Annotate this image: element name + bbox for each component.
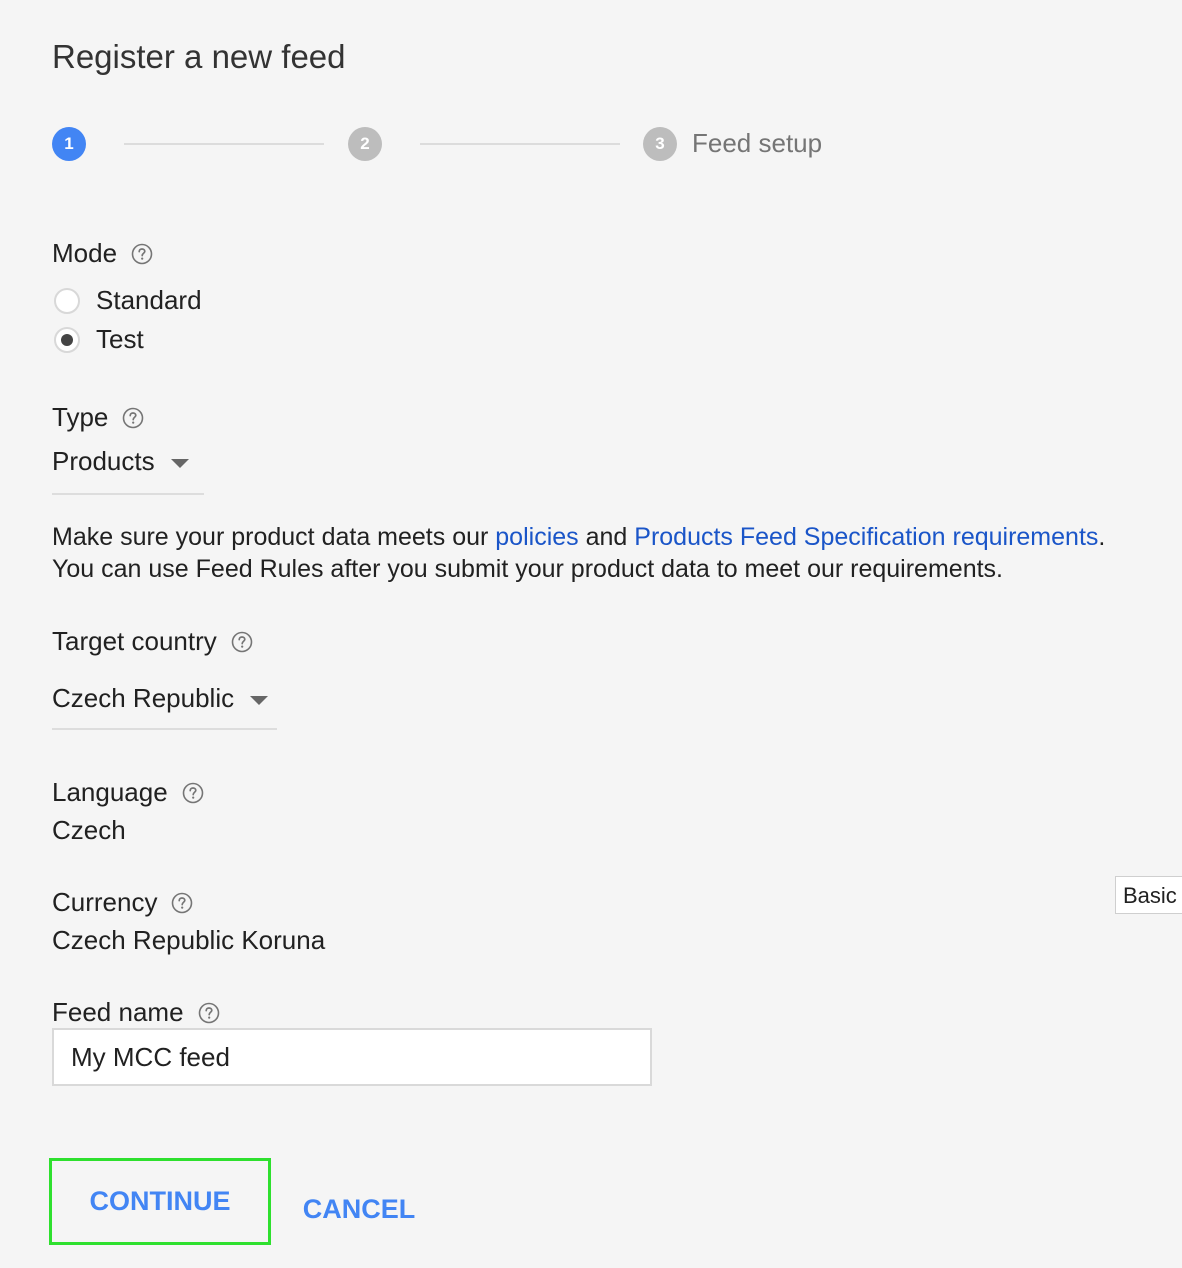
feed-name-input[interactable] [52,1028,652,1086]
mode-option-test[interactable]: Test [54,324,144,355]
radio-button-standard[interactable] [54,287,80,314]
policies-link[interactable]: policies [495,523,578,551]
step-3-indicator[interactable]: 3 [643,127,677,161]
step-3-label: Feed setup [692,128,823,158]
step-connector-2 [420,143,620,145]
help-icon[interactable] [131,243,153,265]
currency-field-label: Currency [52,887,193,918]
step-2-indicator[interactable]: 2 [348,127,382,161]
target-country-field-label: Target country [52,626,253,657]
feed-name-label: Feed name [52,997,184,1027]
info-text-start: Make sure your product data meets our [52,523,496,551]
mode-field-label: Mode [52,238,153,269]
language-label: Language [52,777,168,807]
help-icon[interactable] [198,1002,220,1024]
mode-option-standard[interactable]: Standard [54,285,202,316]
info-text-and: and [578,523,635,551]
currency-label: Currency [52,887,158,917]
continue-button[interactable]: CONTINUE [49,1158,271,1245]
target-country-label: Target country [52,626,217,656]
language-value: Czech [52,815,126,845]
mode-option-standard-label: Standard [96,285,202,315]
radio-selected-dot [61,333,73,346]
help-icon[interactable] [231,631,253,653]
target-country-dropdown[interactable]: Czech Republic [52,683,277,730]
products-feed-spec-link[interactable]: Products Feed Specification requirements [634,523,1098,551]
radio-button-test[interactable] [54,326,80,353]
help-icon[interactable] [182,782,204,804]
type-dropdown-value: Products [52,446,155,476]
info-text: Make sure your product data meets our po… [52,521,1172,585]
target-country-dropdown-value: Czech Republic [52,683,235,713]
feed-name-field-label: Feed name [52,997,220,1028]
caret-down-icon [250,696,269,705]
step-1-indicator[interactable]: 1 [52,127,86,161]
step-connector-1 [124,143,324,145]
help-icon[interactable] [122,407,144,429]
type-label: Type [52,402,109,432]
caret-down-icon [170,459,189,468]
type-dropdown[interactable]: Products [52,446,204,495]
currency-value: Czech Republic Koruna [52,925,326,955]
mode-label: Mode [52,238,118,268]
info-text-line2: You can use Feed Rules after you submit … [52,555,1003,583]
cancel-button[interactable]: CANCEL [294,1180,424,1238]
page-title: Register a new feed [52,38,346,75]
help-icon[interactable] [171,892,193,914]
type-field-label: Type [52,402,144,433]
info-text-period: . [1098,523,1106,551]
basic-side-tab[interactable]: Basic [1115,876,1182,914]
language-field-label: Language [52,777,204,808]
mode-option-test-label: Test [96,324,144,354]
